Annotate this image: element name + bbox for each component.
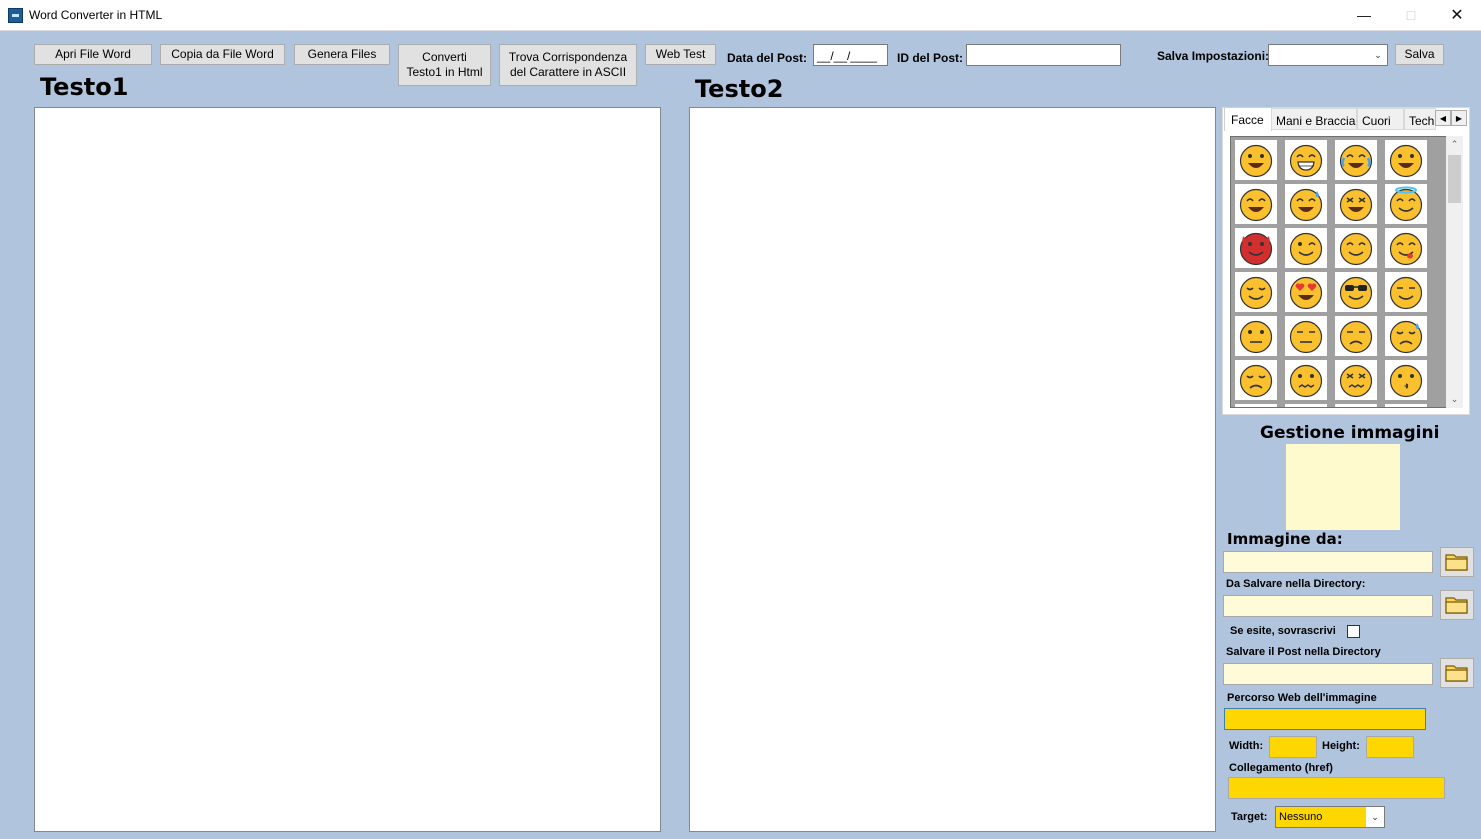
grinning-big-eyes-face-icon[interactable] (1385, 140, 1427, 180)
devil-face-icon[interactable] (1235, 228, 1277, 268)
tab-facce[interactable]: Facce (1224, 107, 1272, 131)
chevron-down-icon: ⌄ (1366, 807, 1384, 827)
image-from-field[interactable] (1223, 551, 1433, 573)
grinning-smiling-eyes-face-icon[interactable] (1235, 184, 1277, 224)
text2-title: Testo2 (695, 75, 784, 103)
yum-face-icon[interactable] (1385, 228, 1427, 268)
post-date-field[interactable]: __/__/____ (813, 44, 888, 66)
width-label: Width: (1229, 740, 1264, 752)
browse-image-button[interactable] (1440, 547, 1474, 577)
emoji-row-partial-icon[interactable] (1385, 404, 1427, 407)
chevron-down-icon: ⌄ (1374, 49, 1382, 60)
sweat-smile-face-icon[interactable] (1285, 184, 1327, 224)
confounded-face-icon[interactable] (1335, 360, 1377, 400)
minimize-button[interactable]: — (1341, 0, 1387, 30)
find-label-line2: del Carattere in ASCII (509, 65, 627, 79)
save-settings-dropdown[interactable]: ⌄ (1268, 44, 1388, 66)
find-label-line1: Trova Corrispondenza (508, 50, 628, 64)
image-preview (1286, 444, 1400, 530)
folder-icon (1445, 554, 1468, 571)
emoji-grid (1230, 136, 1462, 408)
save-dir-field[interactable] (1223, 595, 1433, 617)
expressionless-face-icon[interactable] (1285, 316, 1327, 356)
neutral-face-icon[interactable] (1235, 316, 1277, 356)
scroll-up-icon[interactable]: ⌃ (1446, 136, 1463, 153)
smirking-face-icon[interactable] (1385, 272, 1427, 312)
emoji-row-partial-icon[interactable] (1235, 404, 1277, 407)
tab-tech[interactable]: Tech (1404, 108, 1436, 130)
scroll-thumb[interactable] (1448, 155, 1461, 203)
link-label: Collegamento (href) (1229, 762, 1333, 774)
web-test-button[interactable]: Web Test (645, 44, 716, 65)
tears-of-joy-face-icon[interactable] (1335, 140, 1377, 180)
confused-face-icon[interactable] (1285, 360, 1327, 400)
overwrite-checkbox[interactable] (1347, 625, 1360, 638)
text2-editor[interactable] (689, 107, 1216, 832)
heart-eyes-face-icon[interactable] (1285, 272, 1327, 312)
relieved-face-icon[interactable] (1235, 272, 1277, 312)
title-bar: Word Converter in HTML — □ ✕ (0, 0, 1481, 31)
emoji-row-partial-icon[interactable] (1335, 404, 1377, 407)
emoji-tab-panel: Facce Mani e Braccia Cuori Tech ◀ ▶ (1222, 107, 1470, 415)
maximize-button[interactable]: □ (1388, 0, 1434, 30)
close-button[interactable]: ✕ (1434, 0, 1480, 30)
save-button[interactable]: Salva (1395, 44, 1444, 65)
downcast-sweat-face-icon[interactable] (1385, 316, 1427, 356)
copy-word-button[interactable]: Copia da File Word (160, 44, 285, 65)
post-date-label: Data del Post: (727, 51, 808, 65)
target-dropdown[interactable]: Nessuno ⌄ (1275, 806, 1385, 828)
unamused-face-icon[interactable] (1335, 316, 1377, 356)
post-id-field[interactable] (966, 44, 1121, 66)
target-value: Nessuno (1279, 811, 1323, 823)
tab-mani-e-braccia[interactable]: Mani e Braccia (1271, 108, 1357, 130)
width-field[interactable] (1269, 736, 1317, 758)
link-field[interactable] (1228, 777, 1445, 799)
browse-post-dir-button[interactable] (1440, 658, 1474, 688)
height-field[interactable] (1366, 736, 1414, 758)
beaming-face-icon[interactable] (1285, 140, 1327, 180)
post-dir-field[interactable] (1223, 663, 1433, 685)
tab-scroll-left-icon[interactable]: ◀ (1435, 110, 1451, 126)
post-dir-label: Salvare il Post nella Directory (1226, 646, 1381, 658)
winking-face-icon[interactable] (1285, 228, 1327, 268)
convert-button[interactable]: Converti Testo1 in Html (398, 44, 491, 86)
generate-files-button[interactable]: Genera Files (294, 44, 390, 65)
image-management-title: Gestione immagini (1260, 423, 1440, 443)
scroll-down-icon[interactable]: ⌄ (1446, 391, 1463, 408)
folder-icon (1445, 665, 1468, 682)
sunglasses-face-icon[interactable] (1335, 272, 1377, 312)
tab-cuori[interactable]: Cuori (1357, 108, 1404, 130)
find-ascii-button[interactable]: Trova Corrispondenza del Carattere in AS… (499, 44, 637, 86)
web-path-field[interactable] (1224, 708, 1426, 730)
kissing-face-icon[interactable] (1385, 360, 1427, 400)
open-word-button[interactable]: Apri File Word (34, 44, 152, 65)
smiling-blush-face-icon[interactable] (1335, 228, 1377, 268)
emoji-row-partial-icon[interactable] (1285, 404, 1327, 407)
app-icon (8, 8, 23, 23)
text1-title: Testo1 (40, 73, 129, 101)
image-from-label: Immagine da: (1227, 530, 1343, 548)
convert-label-line2: Testo1 in Html (406, 65, 483, 79)
halo-face-icon[interactable] (1385, 184, 1427, 224)
web-path-label: Percorso Web dell'immagine (1227, 692, 1377, 704)
browse-save-dir-button[interactable] (1440, 590, 1474, 620)
save-settings-label: Salva Impostazioni: (1157, 49, 1270, 63)
grinning-face-icon[interactable] (1235, 140, 1277, 180)
height-label: Height: (1322, 740, 1360, 752)
save-dir-label: Da Salvare nella Directory: (1226, 578, 1366, 590)
emoji-scrollbar[interactable]: ⌃ ⌄ (1446, 136, 1463, 408)
pensive-face-icon[interactable] (1235, 360, 1277, 400)
overwrite-label: Se esite, sovrascrivi (1230, 625, 1336, 637)
folder-icon (1445, 597, 1468, 614)
text1-editor[interactable] (34, 107, 661, 832)
window-title: Word Converter in HTML (29, 8, 163, 22)
target-label: Target: (1231, 811, 1268, 823)
tab-scroll-right-icon[interactable]: ▶ (1451, 110, 1467, 126)
squinting-laugh-face-icon[interactable] (1335, 184, 1377, 224)
post-id-label: ID del Post: (897, 51, 964, 65)
convert-label-line1: Converti (422, 50, 467, 64)
